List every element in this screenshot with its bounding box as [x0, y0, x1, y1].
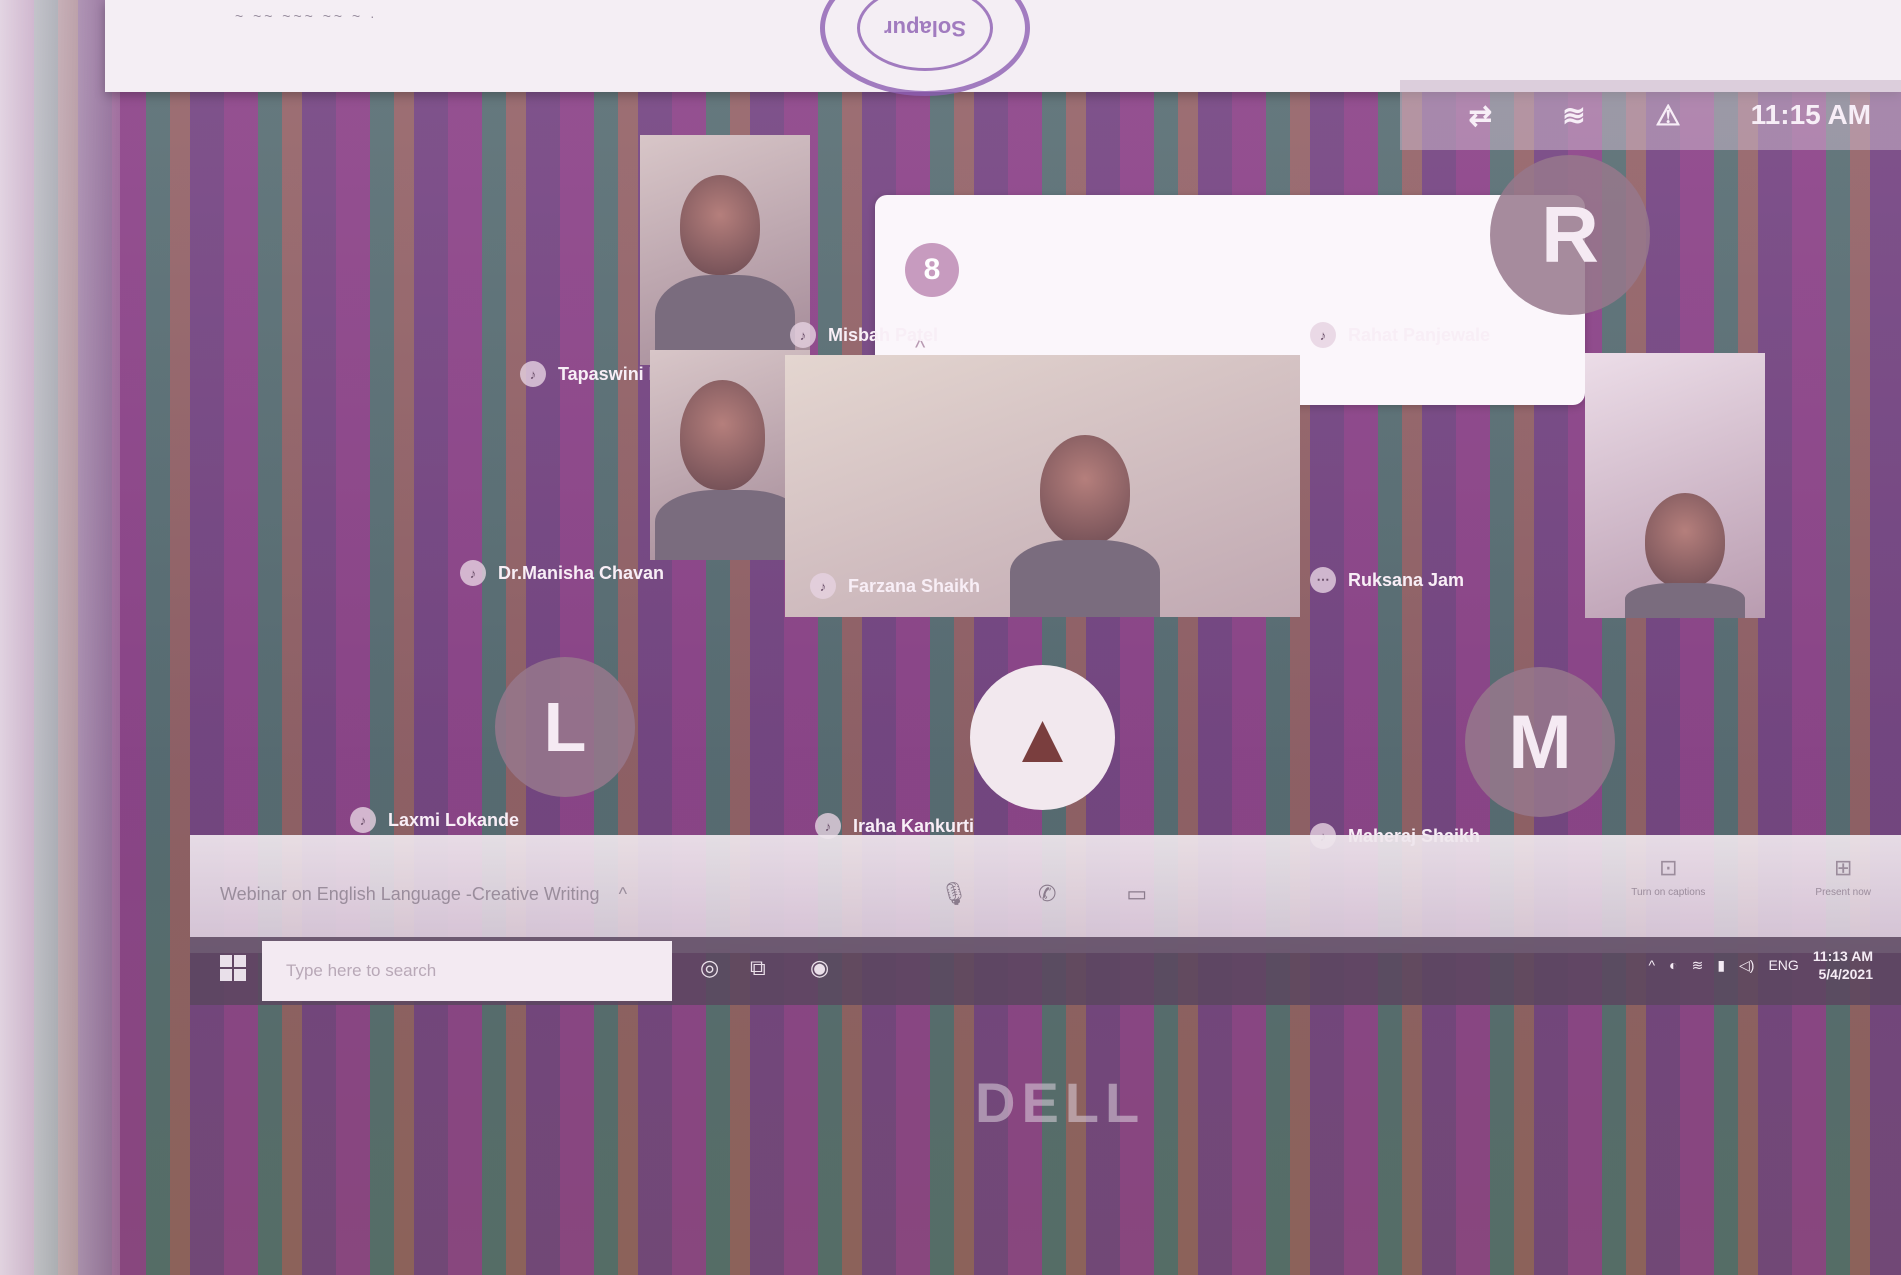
- taskbar-search-input[interactable]: Type here to search: [262, 941, 672, 1001]
- tile-manisha[interactable]: ♪ Dr.Manisha Chavan: [460, 350, 820, 600]
- participant-name: ♪ Laxmi Lokande: [350, 807, 519, 833]
- system-tray: ^ ◐ ≋ ▮ ◁) ENG 11:13 AM 5/4/2021: [1649, 947, 1873, 983]
- captions-button[interactable]: ⊡ Turn on captions: [1631, 855, 1705, 898]
- participant-name: ♪ Misbah Patel: [790, 322, 938, 348]
- battery-icon[interactable]: ▮: [1717, 957, 1725, 974]
- paper-scribble: ~ ~~ ~~~ ~~ ~ ·: [235, 8, 378, 24]
- participant-name: ♪ Dr.Manisha Chavan: [460, 560, 664, 586]
- chevron-up-icon[interactable]: ^: [1649, 957, 1656, 973]
- avatar-image: ▲: [970, 665, 1115, 810]
- more-icon: ⋯: [1310, 567, 1336, 593]
- windows-taskbar: Type here to search ◎ ⧉ ◉ ^ ◐ ≋ ▮ ◁) ENG…: [190, 937, 1901, 1005]
- language-indicator[interactable]: ENG: [1768, 957, 1798, 973]
- monitor-bezel: [0, 0, 120, 1275]
- meet-grid: ♪ Tapaswini Patil 8 ^ ♪ Misbah Patel R ♪…: [190, 95, 1901, 855]
- mic-button[interactable]: 🎙: [940, 881, 968, 907]
- task-view-icon[interactable]: ⧉: [750, 955, 766, 981]
- notification-badge: 8: [905, 243, 959, 297]
- mic-icon: ♪: [790, 322, 816, 348]
- present-button[interactable]: ⊞ Present now: [1815, 855, 1871, 898]
- end-call-button[interactable]: ✆: [1038, 881, 1056, 907]
- avatar-r: R: [1490, 155, 1650, 315]
- cortana-icon[interactable]: ◎: [700, 955, 719, 981]
- camera-button[interactable]: ▭: [1126, 881, 1147, 907]
- meet-bottom-bar: Webinar on English Language -Creative Wr…: [190, 835, 1901, 953]
- meet-right-controls: ⊡ Turn on captions ⊞ Present now: [1631, 855, 1871, 898]
- windows-start-icon[interactable]: [220, 955, 246, 981]
- mic-icon: ♪: [1310, 322, 1336, 348]
- profile-photo-icon: ▲: [1007, 698, 1078, 777]
- mic-icon: ♪: [810, 573, 836, 599]
- dell-logo: DELL: [975, 1071, 1146, 1134]
- avatar-m: M: [1465, 667, 1615, 817]
- participant-name: ⋯ Ruksana Jam: [1310, 567, 1464, 593]
- network-icon[interactable]: ◐: [1669, 957, 1677, 973]
- participant-name: ♪ Rahat Panjewale: [1310, 322, 1490, 348]
- participant-name: ♪ Farzana Shaikh: [810, 573, 980, 599]
- captions-icon: ⊡: [1659, 855, 1678, 880]
- tile-farzana[interactable]: ♪ Farzana Shaikh: [785, 355, 1300, 617]
- avatar-l: L: [495, 657, 635, 797]
- mic-icon: ♪: [460, 560, 486, 586]
- volume-icon[interactable]: ◁): [1739, 957, 1754, 974]
- stamp-center: Solapur: [857, 0, 993, 71]
- chevron-up-icon: ^: [618, 883, 628, 904]
- participant-video: [640, 135, 810, 365]
- chrome-icon[interactable]: ◉: [810, 955, 829, 981]
- mic-icon: ♪: [350, 807, 376, 833]
- tile-ruksana[interactable]: ⋯ Ruksana Jam: [1310, 353, 1770, 618]
- present-icon: ⊞: [1833, 855, 1853, 880]
- taskbar-clock[interactable]: 11:13 AM 5/4/2021: [1813, 947, 1873, 983]
- meeting-title[interactable]: Webinar on English Language -Creative Wr…: [220, 884, 780, 905]
- wifi-icon[interactable]: ≋: [1692, 957, 1704, 974]
- participant-video: [1585, 353, 1765, 618]
